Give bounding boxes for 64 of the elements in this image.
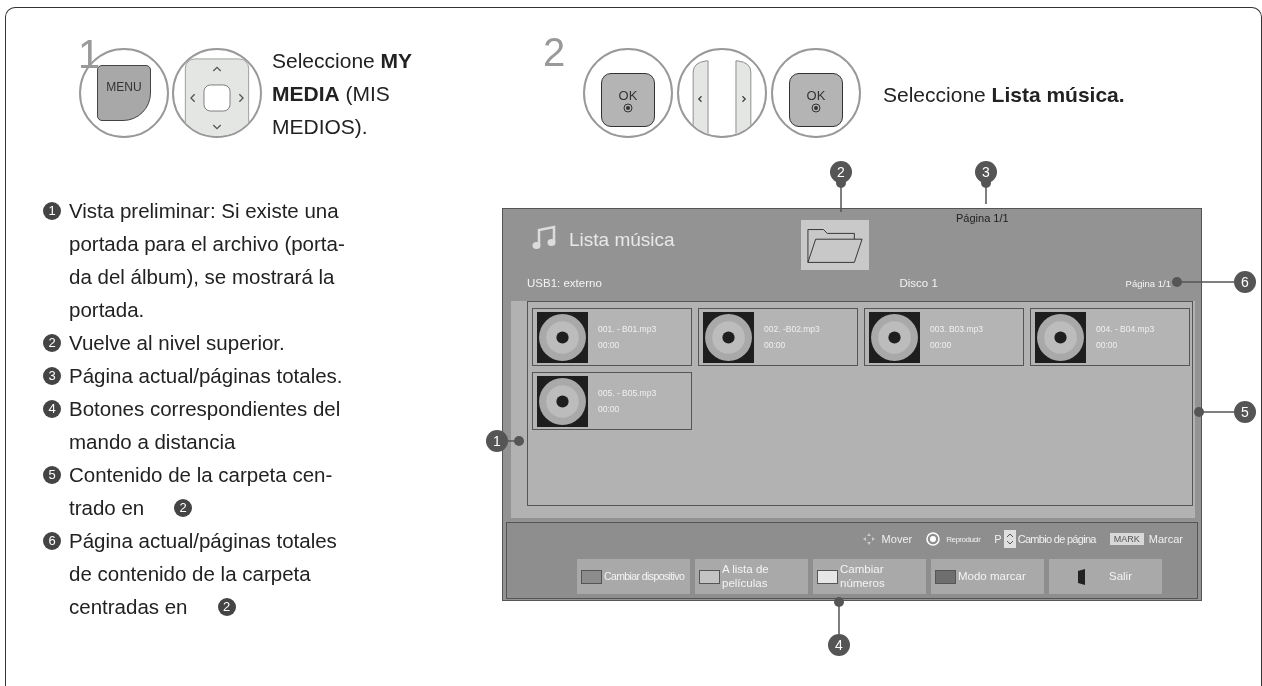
number-badge: 4 — [43, 400, 61, 418]
hint-label: Cambio de página — [1017, 533, 1096, 545]
note-text: Página actual/páginas totales. — [69, 363, 343, 389]
number-badge: 1 — [43, 202, 61, 220]
hint-label: Marcar — [1148, 533, 1183, 545]
left-right-keys-icon — [690, 59, 754, 136]
page-indicator: Página 1/1 — [1125, 277, 1171, 289]
disc-thumbnail — [537, 375, 588, 427]
screen-title: Lista música — [569, 229, 675, 251]
mark-key: MARK — [1109, 533, 1144, 545]
up-down-icon — [1003, 530, 1016, 548]
number-badge: 6 — [43, 532, 61, 550]
note-text: Botones correspondientes del — [69, 396, 341, 422]
move-arrows-icon — [861, 532, 876, 546]
hint-label: Mover — [881, 533, 913, 545]
disc-thumbnail — [869, 311, 920, 363]
dot-circle-icon — [623, 102, 633, 113]
hint-label: Reproducir — [946, 534, 981, 544]
note-text: da del álbum), se mostrará la — [69, 264, 335, 290]
note-text: centradas en — [69, 594, 188, 620]
number-badge: 2 — [217, 597, 236, 616]
note-text: Vista preliminar: Si existe una — [69, 198, 339, 224]
function-button[interactable]: A lista de películas — [695, 559, 808, 594]
device-label: USB1: externo — [527, 277, 602, 289]
callout-number: 3 — [975, 161, 997, 183]
function-button[interactable]: Cambiar números — [813, 559, 926, 594]
number-badge: 3 — [43, 367, 61, 385]
ok-key: OK — [601, 73, 655, 127]
ok-key: OK — [789, 73, 843, 127]
function-button[interactable]: Modo marcar — [931, 559, 1044, 594]
callout-number: 5 — [1234, 401, 1256, 423]
callout-number: 2 — [830, 161, 852, 183]
number-badge: 2 — [43, 334, 61, 352]
disc-thumbnail — [703, 311, 754, 363]
step-instruction: Seleccione MY MEDIA (MIS MEDIOS). — [272, 48, 413, 140]
note-text: de contenido de la carpeta — [69, 561, 311, 587]
dot-circle-icon — [811, 102, 821, 113]
step-number: 2 — [543, 32, 566, 72]
folder-thumbnail[interactable] — [801, 220, 869, 270]
callout-number: 4 — [828, 634, 850, 656]
note-text: portada para el archivo (porta- — [69, 231, 345, 257]
ok-button-icon — [926, 532, 941, 546]
disc-thumbnail — [1035, 311, 1086, 363]
page-indicator: Página 1/1 — [956, 212, 1009, 224]
number-badge: 2 — [174, 498, 193, 517]
note-text: portada. — [69, 297, 145, 323]
note-text: Vuelve al nivel superior. — [69, 330, 285, 356]
music-note-icon — [531, 225, 557, 251]
callout-number: 6 — [1234, 271, 1256, 293]
leader-line — [507, 436, 524, 446]
note-text: trado en — [69, 495, 145, 521]
folder-name: Disco 1 — [899, 277, 938, 289]
function-button[interactable]: Cambiar dispositivo — [577, 559, 690, 594]
disc-thumbnail — [537, 311, 588, 363]
function-button[interactable]: Salir — [1049, 559, 1162, 594]
note-text: Contenido de la carpeta cen- — [69, 462, 333, 488]
exit-door-icon — [1077, 568, 1087, 585]
step-instruction: Seleccione Lista música. — [883, 82, 1125, 108]
menu-key: MENU — [97, 65, 151, 121]
number-badge: 5 — [43, 466, 61, 484]
callout-number: 1 — [486, 430, 508, 452]
note-text: Página actual/páginas totales — [69, 528, 337, 554]
note-text: mando a distancia — [69, 429, 236, 455]
key-label: P — [994, 533, 1002, 545]
